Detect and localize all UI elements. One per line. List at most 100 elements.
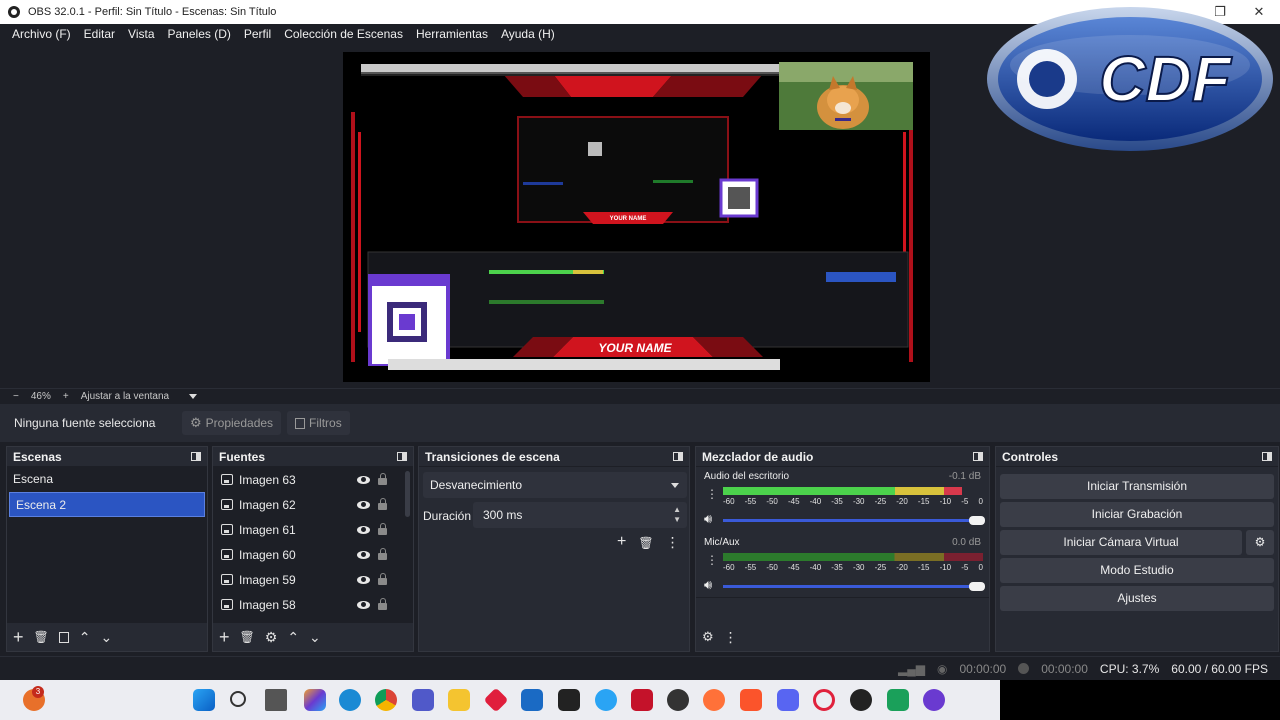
- add-source-icon[interactable]: +: [219, 627, 230, 648]
- scene-item[interactable]: Escena: [7, 467, 207, 492]
- speaker-icon[interactable]: 🔊︎: [704, 511, 712, 527]
- source-row[interactable]: Imagen 59: [213, 567, 413, 592]
- menu-paneles[interactable]: Paneles (D): [168, 27, 231, 41]
- studio-mode-button[interactable]: Modo Estudio: [1000, 558, 1274, 583]
- eye-icon[interactable]: [357, 575, 370, 584]
- eye-icon[interactable]: [357, 600, 370, 609]
- settings-button[interactable]: Ajustes: [1000, 586, 1274, 611]
- scene-item-selected[interactable]: Escena 2: [9, 492, 205, 517]
- menu-vista[interactable]: Vista: [128, 27, 154, 41]
- volume-slider-handle[interactable]: [969, 582, 985, 591]
- brave-icon[interactable]: [740, 689, 762, 711]
- tick: -35: [831, 563, 843, 572]
- move-up-chevron-icon[interactable]: ⌃: [79, 629, 91, 646]
- copilot-icon[interactable]: [304, 689, 326, 711]
- duration-stepper[interactable]: 300 ms ▲ ▼: [473, 502, 687, 528]
- preview-canvas[interactable]: YOUR NAME YOUR NAME: [343, 52, 930, 382]
- lock-icon[interactable]: [378, 573, 387, 585]
- stepper-arrows-icon[interactable]: ▲ ▼: [673, 505, 681, 525]
- volume-slider[interactable]: [723, 516, 985, 525]
- mcafee-icon[interactable]: [631, 689, 653, 711]
- zoom-out-button[interactable]: −: [13, 391, 19, 402]
- eye-icon[interactable]: [357, 525, 370, 534]
- opera-icon[interactable]: [813, 689, 835, 711]
- lock-icon[interactable]: [378, 498, 387, 510]
- source-name: Imagen 60: [239, 547, 296, 562]
- menu-archivo[interactable]: Archivo (F): [12, 27, 71, 41]
- image-icon: [221, 474, 233, 485]
- start-recording-button[interactable]: Iniciar Grabación: [1000, 502, 1274, 527]
- mixer-menu-dots-icon[interactable]: ⋮: [724, 629, 738, 646]
- popout-icon[interactable]: [973, 452, 983, 461]
- obs-taskbar-icon[interactable]: [850, 689, 872, 711]
- volume-slider[interactable]: [723, 582, 985, 591]
- popout-icon[interactable]: [191, 452, 201, 461]
- filters-button[interactable]: Filtros: [287, 411, 350, 435]
- source-row[interactable]: Imagen 61: [213, 517, 413, 542]
- task-view-icon[interactable]: [265, 689, 287, 711]
- discord-icon[interactable]: [777, 689, 799, 711]
- transition-select[interactable]: Desvanecimiento: [423, 472, 687, 498]
- remove-source-trash-icon[interactable]: 🗑: [240, 630, 255, 644]
- zoom-in-button[interactable]: +: [63, 391, 69, 402]
- chrome-icon[interactable]: [375, 689, 397, 711]
- iptv-icon[interactable]: [923, 689, 945, 711]
- source-row[interactable]: Imagen 60: [213, 542, 413, 567]
- windows-start-icon[interactable]: [193, 689, 215, 711]
- pluto-tv-icon[interactable]: [558, 689, 580, 711]
- remove-transition-trash-icon[interactable]: 🗑: [638, 536, 653, 551]
- source-row[interactable]: Imagen 58: [213, 592, 413, 617]
- remove-scene-trash-icon[interactable]: 🗑: [34, 630, 49, 644]
- move-down-chevron-icon[interactable]: ⌄: [100, 629, 112, 646]
- eye-icon[interactable]: [357, 475, 370, 484]
- channel-menu-dots-icon[interactable]: ⋮: [706, 487, 718, 501]
- menu-herramientas[interactable]: Herramientas: [416, 27, 488, 41]
- source-row[interactable]: Imagen 63: [213, 467, 413, 492]
- eye-icon[interactable]: [357, 500, 370, 509]
- transition-menu-dots-icon[interactable]: ⋮: [666, 534, 680, 551]
- speaker-icon[interactable]: 🔊︎: [704, 577, 712, 593]
- volume-slider-handle[interactable]: [969, 516, 985, 525]
- advanced-audio-gear-icon[interactable]: ⚙: [702, 629, 714, 645]
- source-row[interactable]: Imagen 62: [213, 492, 413, 517]
- add-scene-icon[interactable]: +: [13, 627, 24, 648]
- popout-icon[interactable]: [397, 452, 407, 461]
- lock-icon[interactable]: [378, 523, 387, 535]
- weather-widget-icon[interactable]: [595, 689, 617, 711]
- file-explorer-icon[interactable]: [448, 689, 470, 711]
- properties-button[interactable]: ⚙ Propiedades: [182, 411, 282, 435]
- lock-icon[interactable]: [378, 548, 387, 560]
- source-properties-gear-icon[interactable]: ⚙: [265, 629, 278, 646]
- tick: -35: [831, 497, 843, 506]
- add-transition-icon[interactable]: +: [617, 533, 626, 551]
- scene-filters-icon[interactable]: [58, 631, 69, 643]
- start-virtual-camera-button[interactable]: Iniciar Cámara Virtual: [1000, 530, 1242, 555]
- eye-icon[interactable]: [357, 550, 370, 559]
- edge-icon[interactable]: [339, 689, 361, 711]
- search-icon[interactable]: [230, 691, 246, 707]
- app-diamond-icon[interactable]: [483, 687, 509, 713]
- move-down-chevron-icon[interactable]: ⌄: [309, 629, 321, 646]
- store-icon[interactable]: [521, 689, 543, 711]
- image-icon: [221, 599, 233, 610]
- speedometer-icon[interactable]: [667, 689, 689, 711]
- filters-label: Filtros: [309, 416, 342, 430]
- lock-icon[interactable]: [378, 473, 387, 485]
- zoom-dropdown-arrow-icon[interactable]: [189, 394, 198, 399]
- popout-icon[interactable]: [1262, 452, 1272, 461]
- menu-coleccion-escenas[interactable]: Colección de Escenas: [284, 27, 403, 41]
- menu-perfil[interactable]: Perfil: [244, 27, 271, 41]
- teams-icon[interactable]: [412, 689, 434, 711]
- lock-icon[interactable]: [378, 598, 387, 610]
- popout-icon[interactable]: [673, 452, 683, 461]
- virtual-camera-settings-gear-icon[interactable]: ⚙: [1246, 530, 1274, 555]
- sources-scrollbar[interactable]: [405, 471, 410, 517]
- move-up-chevron-icon[interactable]: ⌃: [287, 629, 299, 646]
- fit-to-window-label[interactable]: Ajustar a la ventana: [81, 391, 169, 402]
- menu-ayuda[interactable]: Ayuda (H): [501, 27, 555, 41]
- start-streaming-button[interactable]: Iniciar Transmisión: [1000, 474, 1274, 499]
- menu-editar[interactable]: Editar: [84, 27, 115, 41]
- firefox-icon[interactable]: [703, 689, 725, 711]
- app-green-icon[interactable]: [887, 689, 909, 711]
- channel-menu-dots-icon[interactable]: ⋮: [706, 553, 718, 567]
